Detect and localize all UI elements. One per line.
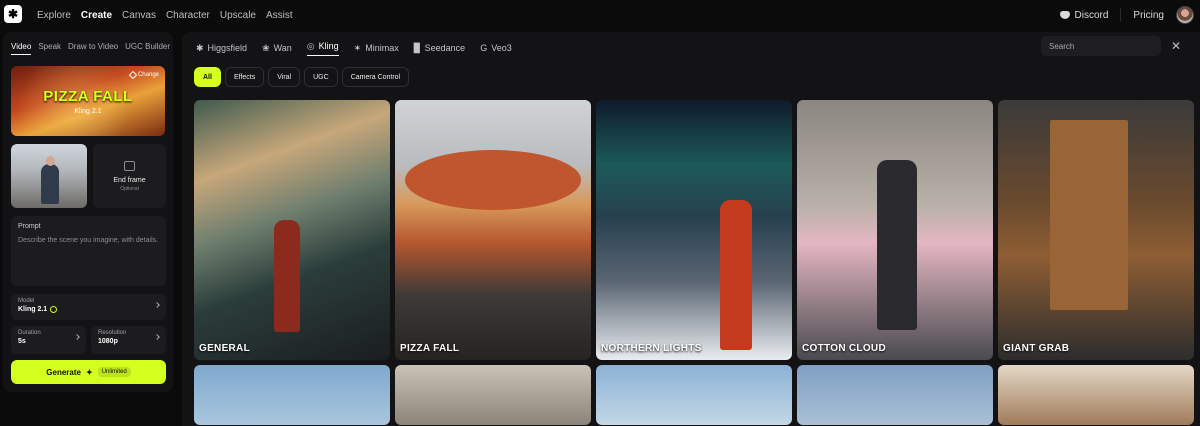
- higgsfield-logo-icon[interactable]: ✱: [4, 5, 22, 23]
- model-label: Model: [18, 298, 35, 304]
- tab-draw-to-video[interactable]: Draw to Video: [68, 42, 118, 55]
- tab-speak[interactable]: Speak: [38, 42, 61, 55]
- preset-tile[interactable]: [797, 365, 993, 425]
- tab-label: Seedance: [424, 43, 466, 53]
- figure: [877, 160, 917, 330]
- tab-video[interactable]: Video: [11, 42, 32, 55]
- preset-title: PIZZA FALL: [43, 88, 133, 105]
- filter-camera-control[interactable]: Camera Control: [341, 67, 410, 87]
- figure: [720, 200, 752, 350]
- wan-icon: ❀: [262, 42, 270, 53]
- preset-tile-giant-grab[interactable]: GIANT GRAB: [998, 100, 1194, 360]
- nav-character[interactable]: Character: [166, 10, 210, 21]
- prompt-placeholder: Describe the scene you imagine, with det…: [18, 237, 159, 244]
- image-icon: [124, 160, 135, 171]
- top-right-actions: Discord Pricing: [1059, 0, 1194, 30]
- preset-card[interactable]: Change PIZZA FALL Kling 2.1: [11, 66, 165, 136]
- tab-minimax[interactable]: ✶ Minimax: [354, 43, 399, 54]
- tile-label: NORTHERN LIGHTS: [601, 343, 702, 354]
- kling-mark-icon: [50, 306, 58, 313]
- resolution-label: Resolution: [98, 330, 127, 336]
- preset-tile-northern-lights[interactable]: NORTHERN LIGHTS: [596, 100, 792, 360]
- tab-wan[interactable]: ❀ Wan: [262, 43, 292, 54]
- preset-model: Kling 2.1: [74, 108, 102, 115]
- preset-tile[interactable]: [998, 365, 1194, 425]
- mode-tabs: Video Speak Draw to Video UGC Builder: [11, 42, 170, 55]
- nav-assist[interactable]: Assist: [266, 10, 293, 21]
- tab-higgsfield[interactable]: ✱ Higgsfield: [196, 43, 247, 54]
- higgsfield-icon: ✱: [196, 42, 204, 53]
- duration-value: 5s: [18, 338, 26, 345]
- pricing-link[interactable]: Pricing: [1133, 10, 1164, 21]
- model-value: Kling 2.1: [18, 306, 48, 313]
- sparkle-icon: ✦: [85, 367, 93, 377]
- tab-ugc-builder[interactable]: UGC Builder: [125, 42, 170, 55]
- tile-label: COTTON CLOUD: [802, 343, 886, 354]
- nav-explore[interactable]: Explore: [37, 10, 71, 21]
- top-bar: ✱ Explore Create Canvas Character Upscal…: [0, 0, 1200, 30]
- end-frame-optional: Optional: [120, 185, 139, 192]
- google-icon: G: [480, 43, 488, 53]
- pencil-icon: [128, 70, 138, 80]
- left-panel: Video Speak Draw to Video UGC Builder Ch…: [3, 32, 173, 392]
- nav-upscale[interactable]: Upscale: [220, 10, 256, 21]
- discord-link[interactable]: Discord: [1059, 9, 1109, 21]
- tab-label: Kling: [318, 41, 339, 51]
- generate-label: Generate: [46, 367, 81, 377]
- preset-tile-pizza-fall[interactable]: PIZZA FALL: [395, 100, 591, 360]
- end-frame-upload[interactable]: End frame Optional: [93, 144, 166, 208]
- prompt-label: Prompt: [18, 223, 41, 230]
- tile-label: GENERAL: [199, 343, 250, 354]
- model-select[interactable]: Model Kling 2.1: [11, 294, 166, 320]
- unlimited-badge: Unlimited: [97, 367, 131, 377]
- duration-select[interactable]: Duration 5s: [11, 326, 86, 354]
- seedance-icon: ▉: [413, 42, 421, 53]
- duration-label: Duration: [18, 330, 41, 336]
- kling-icon: ◎: [306, 40, 315, 51]
- preset-tile-general[interactable]: GENERAL: [194, 100, 390, 360]
- pizza-shape: [405, 150, 581, 210]
- preset-tile[interactable]: [596, 365, 792, 425]
- filter-all[interactable]: All: [194, 67, 221, 87]
- model-tabs: ✱ Higgsfield ❀ Wan ◎ Kling ✶ Minimax ▉ Seedan…: [196, 40, 512, 56]
- resolution-value: 1080p: [98, 338, 118, 345]
- prompt-input[interactable]: Prompt Describe the scene you imagine, w…: [11, 216, 166, 286]
- filter-chips: All Effects Viral UGC Camera Control: [194, 67, 410, 87]
- tab-seedance[interactable]: ▉ Seedance: [414, 43, 465, 54]
- tile-label: GIANT GRAB: [1003, 343, 1070, 354]
- top-nav: Explore Create Canvas Character Upscale …: [37, 0, 293, 30]
- discord-label: Discord: [1074, 9, 1109, 21]
- discord-icon: [1059, 11, 1070, 19]
- minimax-icon: ✶: [353, 42, 362, 53]
- close-icon[interactable]: ✕: [1171, 40, 1181, 52]
- avatar[interactable]: [1176, 6, 1194, 24]
- tab-label: Minimax: [365, 43, 399, 53]
- figure: [274, 220, 300, 332]
- tab-label: Higgsfield: [207, 43, 248, 53]
- filter-effects[interactable]: Effects: [224, 67, 265, 87]
- resolution-select[interactable]: Resolution 1080p: [91, 326, 166, 354]
- change-button[interactable]: Change: [128, 70, 159, 80]
- divider: [1120, 8, 1122, 22]
- generate-button[interactable]: Generate ✦ Unlimited: [11, 360, 166, 384]
- nav-create[interactable]: Create: [81, 10, 112, 21]
- tab-veo3[interactable]: G Veo3: [480, 43, 512, 53]
- start-frame-thumbnail[interactable]: [11, 144, 87, 208]
- filter-viral[interactable]: Viral: [268, 67, 301, 87]
- preset-gallery: ✱ Higgsfield ❀ Wan ◎ Kling ✶ Minimax ▉ Seedan…: [182, 32, 1200, 426]
- tab-label: Wan: [273, 43, 292, 53]
- end-frame-label: End frame: [113, 176, 146, 184]
- search-input[interactable]: Search: [1041, 36, 1161, 56]
- nav-canvas[interactable]: Canvas: [122, 10, 156, 21]
- filter-ugc[interactable]: UGC: [304, 67, 338, 87]
- tab-label: Veo3: [491, 43, 512, 53]
- change-label: Change: [137, 72, 159, 78]
- tab-kling[interactable]: ◎ Kling: [306, 40, 339, 56]
- preset-tile[interactable]: [395, 365, 591, 425]
- preset-tile[interactable]: [194, 365, 390, 425]
- preset-tile-cotton-cloud[interactable]: COTTON CLOUD: [797, 100, 993, 360]
- door-shape: [1050, 120, 1128, 310]
- tile-label: PIZZA FALL: [400, 343, 460, 354]
